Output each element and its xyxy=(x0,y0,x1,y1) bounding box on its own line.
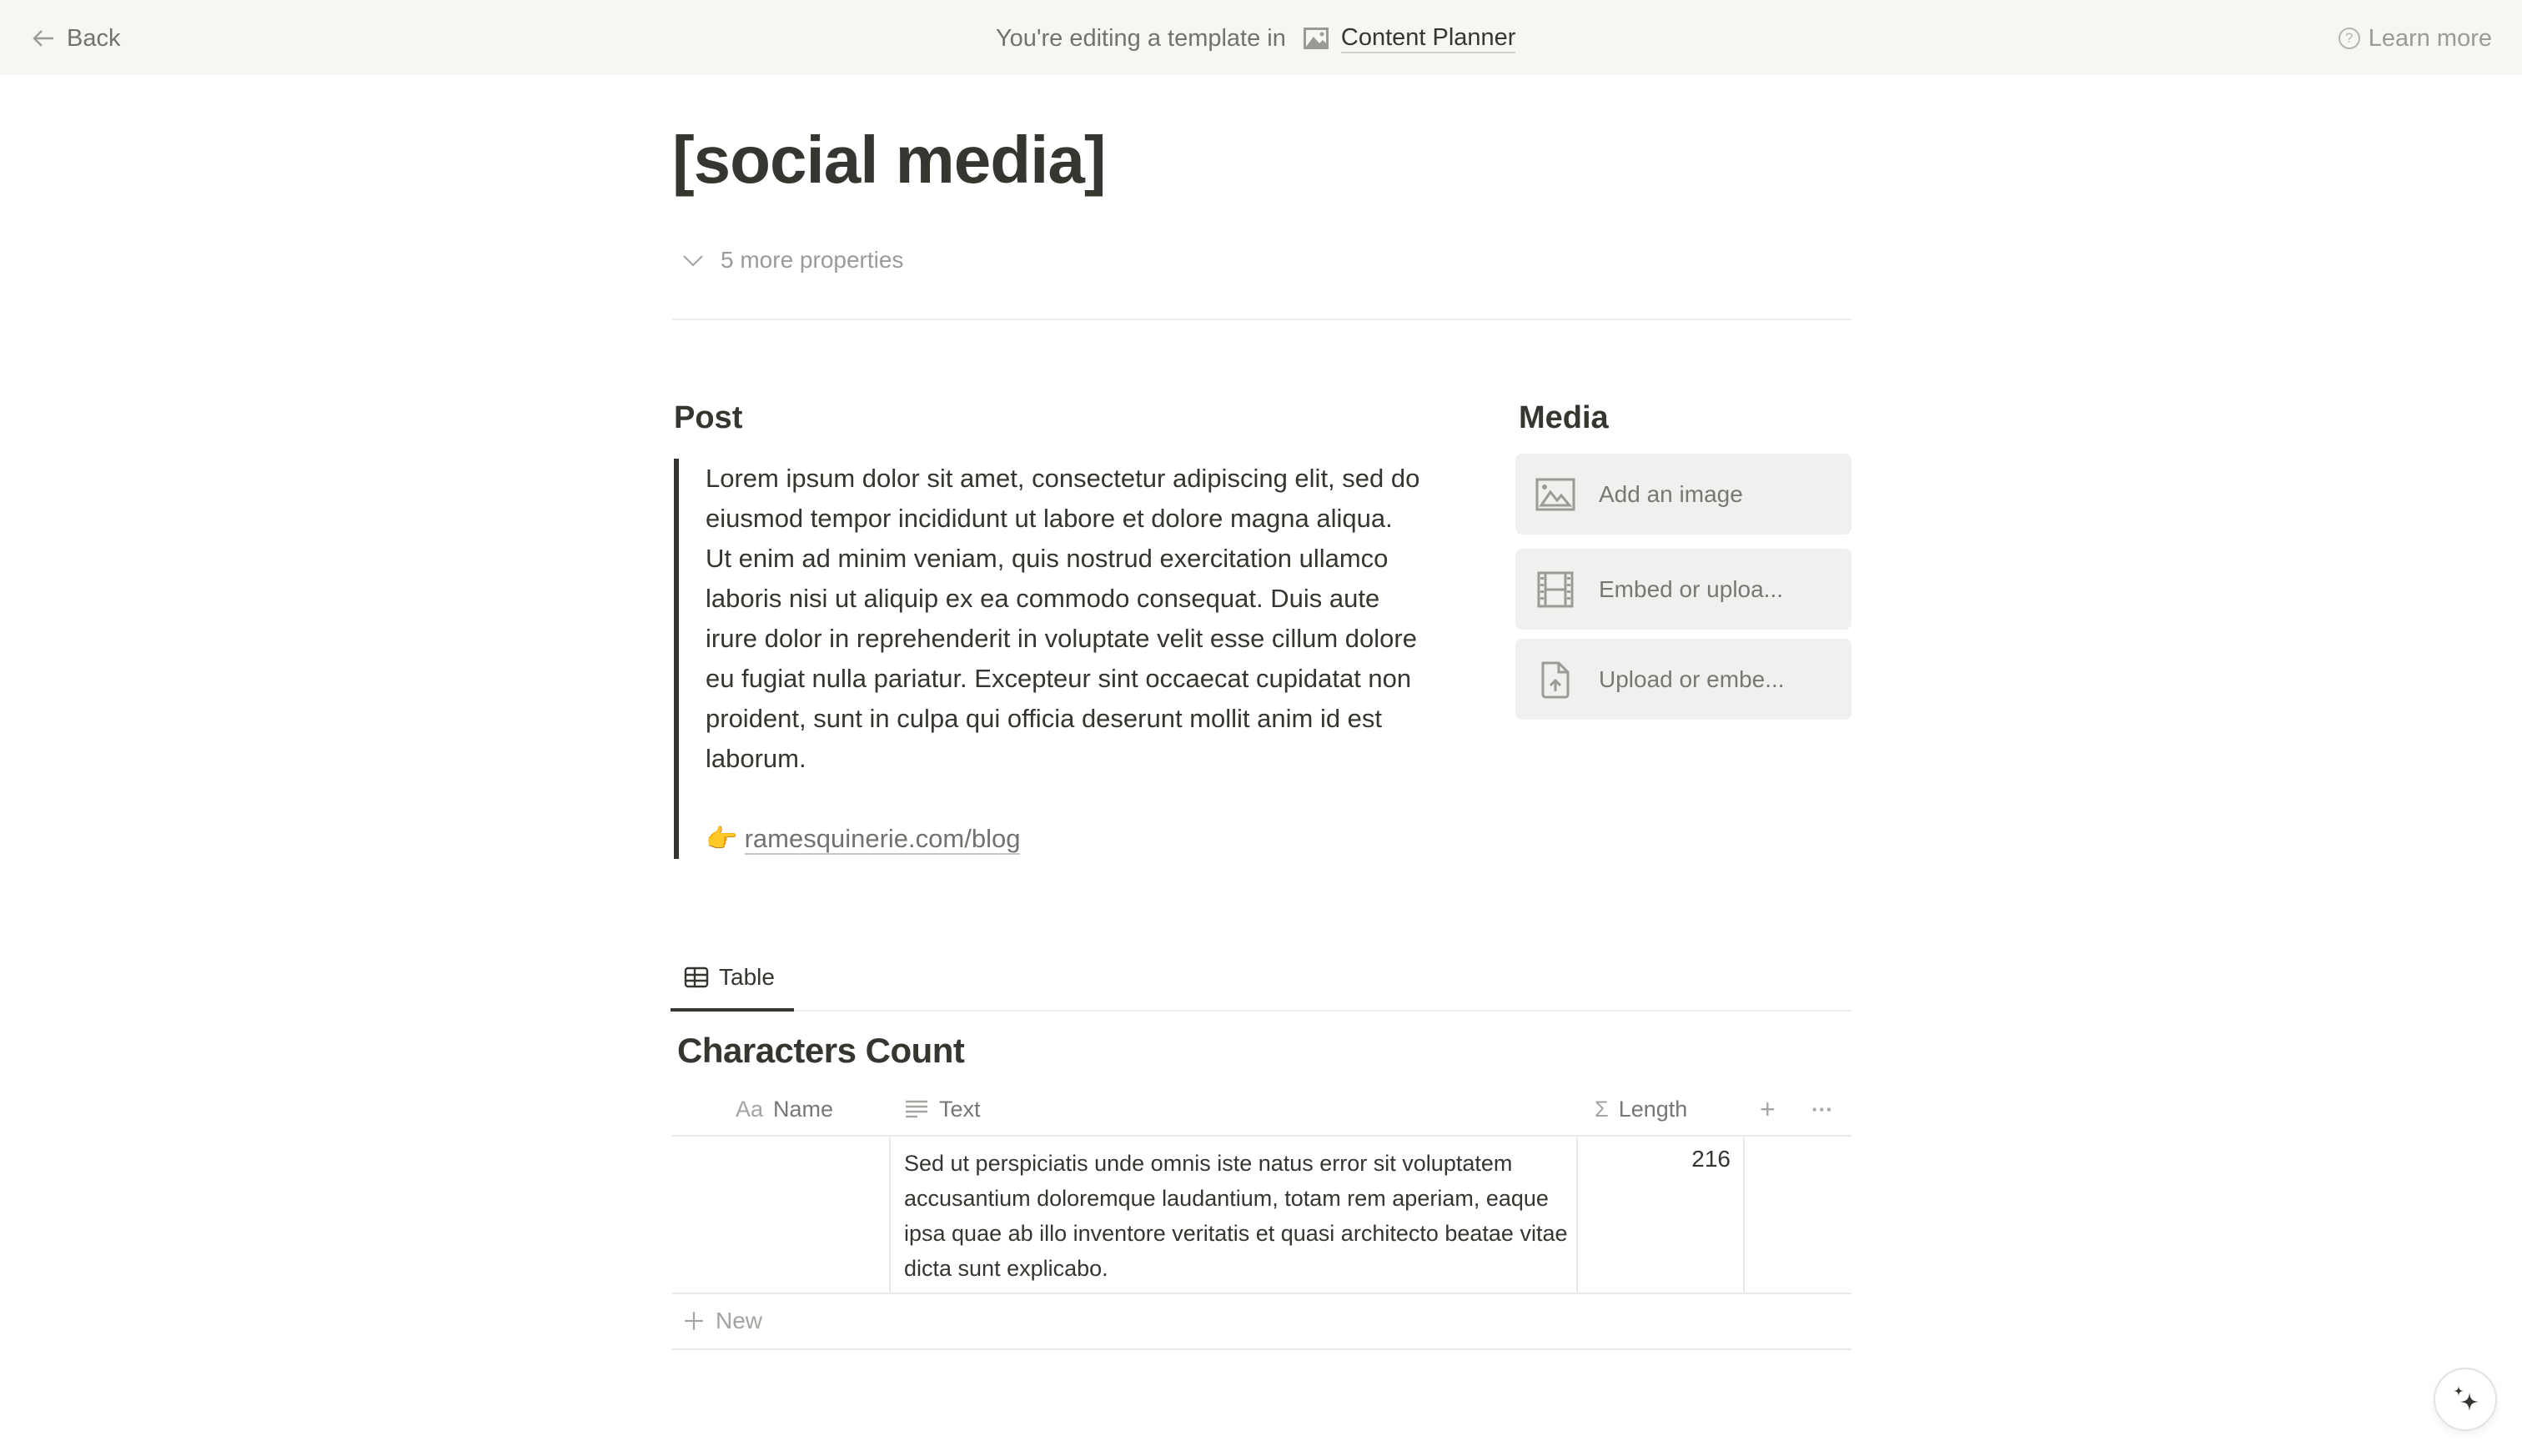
embed-video-label: Embed or uploa... xyxy=(1599,575,1784,602)
more-properties-toggle[interactable]: 5 more properties xyxy=(681,247,903,274)
tab-table-label: Table xyxy=(719,964,775,990)
column-name-label: Name xyxy=(773,1096,834,1122)
plus-icon xyxy=(685,1312,703,1330)
tabs-divider xyxy=(672,1010,1851,1012)
plus-icon: + xyxy=(1760,1093,1776,1124)
back-button[interactable]: Back xyxy=(30,22,120,55)
more-properties-label: 5 more properties xyxy=(721,247,904,273)
file-upload-icon xyxy=(1541,661,1570,698)
arrow-left-icon xyxy=(33,30,53,47)
film-icon xyxy=(1537,571,1574,607)
new-row-button[interactable]: New xyxy=(682,1308,762,1334)
table-bottom-divider xyxy=(672,1348,1851,1350)
add-image-label: Add an image xyxy=(1599,480,1743,507)
new-row-label: New xyxy=(716,1308,763,1333)
template-banner: Back You're editing a template in Conten… xyxy=(0,0,2522,75)
title-property-icon: Aa xyxy=(736,1096,764,1122)
column-text-label: Text xyxy=(939,1096,981,1122)
back-label: Back xyxy=(67,24,121,52)
column-divider xyxy=(1576,1135,1578,1293)
media-heading: Media xyxy=(1519,400,1609,435)
column-divider xyxy=(889,1135,891,1293)
active-tab-indicator xyxy=(671,1008,794,1012)
ellipsis-icon: ··· xyxy=(1811,1096,1833,1122)
learn-more-link[interactable]: ? Learn more xyxy=(2338,22,2492,55)
ai-assistant-button[interactable] xyxy=(2434,1368,2497,1431)
page-title[interactable]: [social media] xyxy=(672,122,1107,198)
help-icon: ? xyxy=(2338,28,2360,49)
post-body[interactable]: Lorem ipsum dolor sit amet, consectetur … xyxy=(706,459,1424,779)
pointing-hand-icon: 👉 xyxy=(706,824,738,853)
sparkles-icon xyxy=(2454,1386,2479,1411)
learn-more-label: Learn more xyxy=(2368,24,2492,52)
editing-notice: You're editing a template in Content Pla… xyxy=(996,22,1516,55)
column-length-label: Length xyxy=(1618,1096,1688,1122)
upload-file-label: Upload or embe... xyxy=(1599,665,1785,692)
chevron-down-icon xyxy=(683,255,703,267)
image-icon xyxy=(1303,28,1329,49)
add-image-button[interactable]: Add an image xyxy=(1515,454,1851,535)
post-quote-block[interactable]: Lorem ipsum dolor sit amet, consectetur … xyxy=(674,459,1424,859)
formula-sigma-icon: Σ xyxy=(1595,1096,1609,1122)
table-row-divider xyxy=(672,1293,1851,1294)
column-header-text[interactable]: Text xyxy=(904,1094,981,1124)
more-options-button[interactable]: ··· xyxy=(1811,1094,1833,1124)
post-heading: Post xyxy=(674,400,743,435)
post-link-line: 👉 ramesquinerie.com/blog xyxy=(706,819,1424,859)
upload-file-button[interactable]: Upload or embe... xyxy=(1515,639,1851,720)
image-icon xyxy=(1535,478,1575,510)
cell-text[interactable]: Sed ut perspiciatis unde omnis iste natu… xyxy=(904,1146,1571,1286)
column-header-length[interactable]: Σ Length xyxy=(1595,1094,1687,1124)
embed-video-button[interactable]: Embed or uploa... xyxy=(1515,549,1851,630)
cell-length[interactable]: 216 xyxy=(1580,1146,1731,1172)
add-column-button[interactable]: + xyxy=(1760,1094,1776,1124)
editing-prefix: You're editing a template in xyxy=(996,24,1286,52)
database-link[interactable]: Content Planner xyxy=(1340,23,1516,53)
column-divider xyxy=(1743,1135,1745,1293)
properties-divider xyxy=(672,319,1851,320)
cell-name[interactable] xyxy=(672,1137,889,1293)
table-icon xyxy=(684,966,709,988)
blog-link[interactable]: ramesquinerie.com/blog xyxy=(744,824,1021,855)
text-lines-icon xyxy=(906,1100,927,1118)
database-title[interactable]: Characters Count xyxy=(677,1031,965,1071)
column-header-name[interactable]: Aa Name xyxy=(736,1094,833,1124)
tab-table[interactable]: Table xyxy=(684,964,775,991)
